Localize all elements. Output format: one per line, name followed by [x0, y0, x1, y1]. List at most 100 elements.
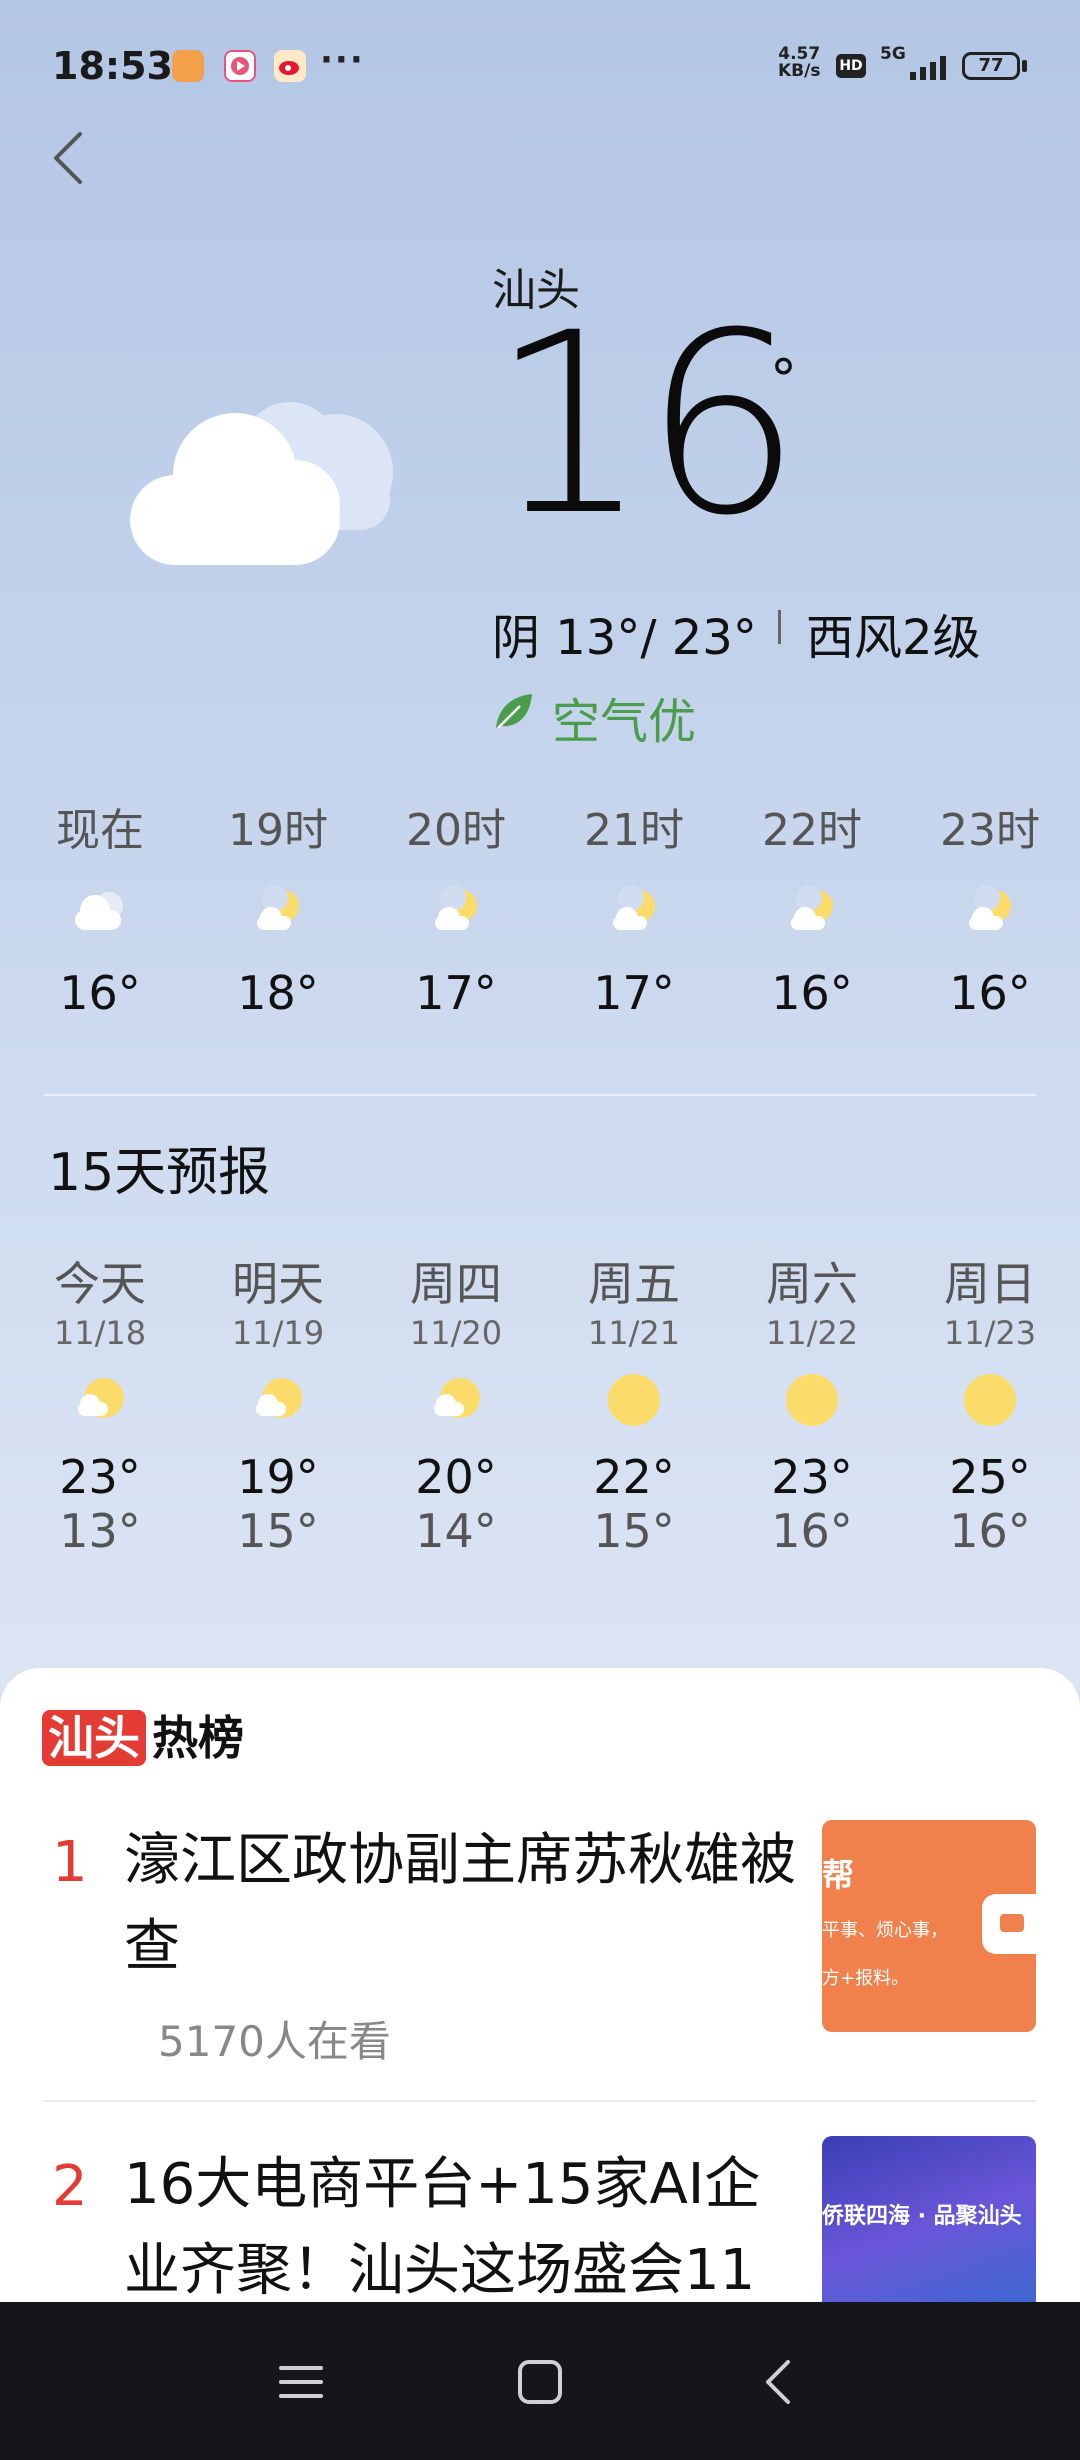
hour-temp: 16° — [771, 966, 853, 1020]
sun-icon — [608, 1374, 660, 1426]
current-temperature: 16 — [490, 279, 802, 570]
day-name: 明天 — [232, 1257, 324, 1311]
hour-temp: 16° — [59, 966, 141, 1020]
wind-info: 西风2级 — [806, 610, 981, 666]
thumb-text: 方+报料。 — [822, 1968, 910, 1989]
network-speed: 4.57 KB/s — [778, 46, 820, 80]
news-headline[interactable]: 16大电商平台+15家AI企业齐聚！汕头这场盛会11 — [124, 2142, 804, 2314]
moon-cloud-icon — [969, 885, 1011, 930]
day-date: 11/22 — [765, 1314, 859, 1352]
notification-app-icon-1 — [172, 50, 204, 82]
news-divider — [42, 2100, 1036, 2102]
hour-label: 22时 — [762, 805, 862, 856]
hour-label: 19时 — [228, 805, 328, 856]
day-item: 明天 11/19 19° 15° — [203, 1248, 353, 1558]
moon-cloud-icon — [435, 885, 477, 930]
day-name: 周四 — [410, 1257, 502, 1311]
back-button[interactable] — [46, 128, 96, 188]
hot-list-brand: 汕头 — [42, 1710, 146, 1766]
thumb-text: 帮 — [822, 1856, 855, 1894]
thumb-text: 侨联四海 · 品聚汕头 — [822, 2204, 1022, 2229]
chevron-left-icon — [54, 132, 82, 184]
sun-cloud-icon — [434, 1378, 480, 1418]
thumb-text: 平事、烦心事， — [822, 1920, 948, 1941]
degree-symbol: ° — [770, 348, 797, 411]
divider — [778, 610, 781, 644]
day-item: 周日 11/23 25° 16° — [915, 1248, 1065, 1558]
day-high: 23° — [59, 1450, 141, 1504]
status-bar: 18:53 ··· 4.57 KB/s HD 5G 77 — [0, 0, 1080, 130]
sun-cloud-icon — [78, 1378, 124, 1418]
day-low: 14° — [415, 1504, 497, 1558]
hour-label: 21时 — [584, 805, 684, 856]
sun-icon — [964, 1374, 1016, 1426]
day-high: 23° — [771, 1450, 853, 1504]
day-name: 周六 — [766, 1257, 858, 1311]
day-low: 13° — [59, 1504, 141, 1558]
news-headline[interactable]: 濠江区政协副主席苏秋雄被查 — [124, 1818, 804, 1990]
sun-icon — [786, 1374, 838, 1426]
day-low: 15° — [237, 1504, 319, 1558]
day-date: 11/21 — [587, 1314, 681, 1352]
hour-item: 21时 17° — [564, 794, 704, 1020]
hour-temp: 17° — [415, 966, 497, 1020]
day-date: 11/23 — [943, 1314, 1037, 1352]
hot-list-title: 热榜 — [152, 1711, 244, 1765]
cloudy-icon — [120, 380, 420, 600]
leaf-icon — [492, 690, 536, 734]
day-high: 20° — [415, 1450, 497, 1504]
thumb-logo — [982, 1894, 1036, 1954]
hour-label: 现在 — [56, 805, 144, 856]
day-high: 22° — [593, 1450, 675, 1504]
sun-cloud-icon — [256, 1378, 302, 1418]
menu-icon — [279, 2366, 323, 2398]
notification-video-icon — [224, 50, 256, 82]
battery-icon: 77 — [962, 52, 1020, 80]
day-low: 15° — [593, 1504, 675, 1558]
hour-temp: 17° — [593, 966, 675, 1020]
hour-item: 20时 17° — [386, 794, 526, 1020]
hour-item: 23时 16° — [920, 794, 1060, 1020]
nav-back-button[interactable] — [750, 2352, 810, 2412]
day-name: 今天 — [54, 1257, 146, 1311]
network-speed-unit: KB/s — [778, 61, 821, 81]
day-date: 11/19 — [231, 1314, 325, 1352]
home-button[interactable] — [510, 2352, 570, 2412]
news-rank: 1 — [52, 1830, 88, 1895]
navigation-bar — [0, 2302, 1080, 2460]
news-rank: 2 — [52, 2154, 88, 2219]
day-item: 周五 11/21 22° 15° — [559, 1248, 709, 1558]
forecast-title[interactable]: 15天预报 — [48, 1130, 270, 1205]
hour-label: 23时 — [940, 805, 1040, 856]
home-icon — [518, 2360, 562, 2404]
hour-temp: 18° — [237, 966, 319, 1020]
hour-label: 20时 — [406, 805, 506, 856]
battery-level: 77 — [978, 55, 1004, 76]
more-notifications-icon: ··· — [320, 40, 365, 80]
day-high: 25° — [949, 1450, 1031, 1504]
day-high: 19° — [237, 1450, 319, 1504]
menu-button[interactable] — [271, 2352, 331, 2412]
news-viewers: 5170人在看 — [158, 2017, 391, 2066]
day-date: 11/18 — [53, 1314, 147, 1352]
hd-badge: HD — [836, 54, 866, 78]
weibo-icon — [274, 50, 306, 82]
day-item: 周六 11/22 23° 16° — [737, 1248, 887, 1558]
section-divider — [44, 1094, 1036, 1096]
moon-cloud-icon — [613, 885, 655, 930]
day-name: 周五 — [588, 1257, 680, 1311]
day-item: 今天 11/18 23° 13° — [25, 1248, 175, 1558]
condition-range: 阴 13°/ 23° — [492, 610, 757, 666]
air-quality[interactable]: 空气优 — [552, 682, 696, 752]
moon-cloud-icon — [257, 885, 299, 930]
moon-cloud-icon — [791, 885, 833, 930]
hour-item: 22时 16° — [742, 794, 882, 1020]
news-thumbnail[interactable]: 帮 平事、烦心事， 方+报料。 — [822, 1820, 1036, 2032]
day-date: 11/20 — [409, 1314, 503, 1352]
hot-list-card: 汕头 热榜 1 濠江区政协副主席苏秋雄被查 5170人在看 帮 平事、烦心事， … — [0, 1668, 1080, 2328]
status-time: 18:53 — [52, 44, 173, 88]
day-item: 周四 11/20 20° 14° — [381, 1248, 531, 1558]
day-name: 周日 — [944, 1257, 1036, 1311]
news-thumbnail[interactable]: 侨联四海 · 品聚汕头 — [822, 2136, 1036, 2328]
back-triangle-icon — [766, 2360, 790, 2404]
